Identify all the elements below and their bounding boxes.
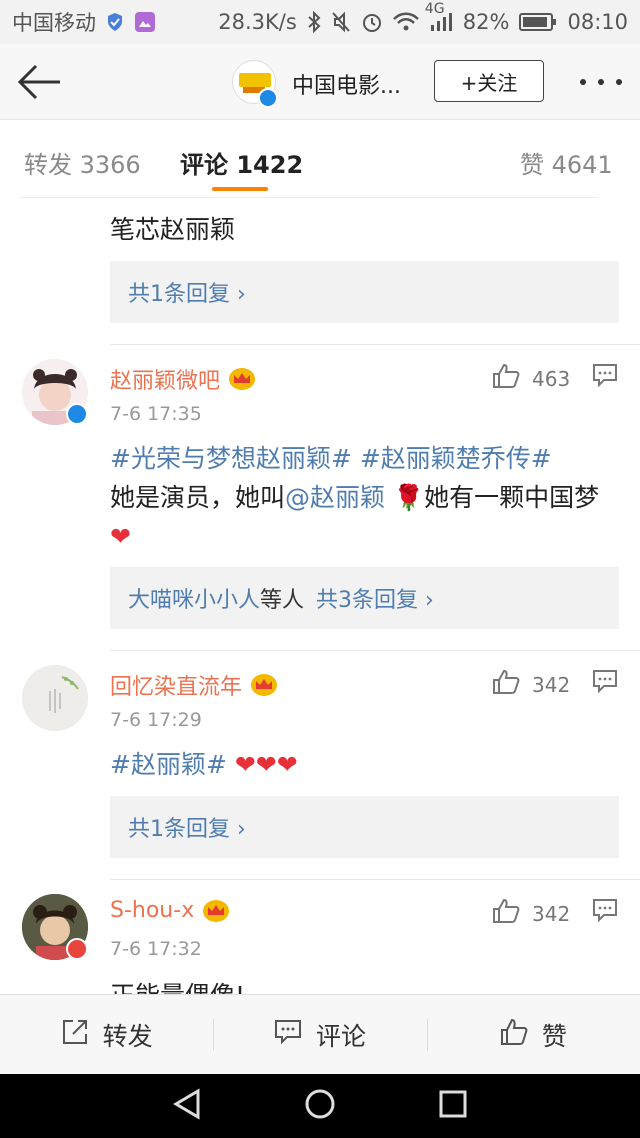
comment-reply-icon[interactable] (592, 898, 618, 923)
follow-button[interactable]: +关注 (434, 60, 544, 102)
battery-icon (519, 12, 557, 32)
action-bar: 转发 评论 赞 (0, 994, 640, 1074)
system-nav-bar (0, 1074, 640, 1138)
reply-count[interactable]: 共3条回复 › (316, 582, 434, 614)
comment-text: #赵丽颖# ❤❤❤ (110, 745, 610, 784)
reply-summary[interactable]: 大喵咪小小人 等人 共3条回复 › (110, 567, 619, 629)
comment-icon (274, 1019, 302, 1051)
reply-summary[interactable]: 共1条回复 › (110, 261, 619, 323)
comment-reply-icon[interactable] (592, 669, 618, 694)
tab-repost[interactable]: 转发 3366 (24, 145, 141, 180)
share-icon (61, 1018, 89, 1052)
repost-label: 转发 (102, 1021, 153, 1051)
carrier-label: 中国移动 (12, 11, 96, 35)
bluetooth-icon (307, 11, 321, 33)
thumbs-up-icon[interactable] (492, 898, 520, 929)
member-badge-icon (66, 938, 88, 960)
reply-summary[interactable]: 共1条回复 › (110, 796, 619, 858)
active-tab-indicator (212, 187, 268, 191)
nav-home-icon[interactable] (303, 1087, 337, 1125)
account-name[interactable]: 中国电影... (292, 68, 401, 100)
topic-link[interactable]: #赵丽颖# (110, 750, 227, 779)
battery-percent: 82% (462, 10, 510, 34)
username[interactable]: S-hou-x (110, 898, 194, 923)
shield-icon (106, 12, 124, 32)
comment-time: 7-6 17:29 (110, 709, 202, 731)
tab-like[interactable]: 赞 4641 (520, 145, 613, 180)
network-speed: 28.3K/s (218, 10, 297, 34)
comment-time: 7-6 17:32 (110, 938, 202, 960)
gallery-icon (134, 11, 156, 33)
topic-link[interactable]: #赵丽颖楚乔传# (360, 444, 552, 473)
like-count: 463 (532, 366, 571, 391)
comment-button[interactable]: 评论 (213, 995, 426, 1074)
reply-count[interactable]: 共1条回复 › (128, 276, 246, 308)
comment-body: 她有一颗中国梦 (424, 483, 600, 512)
like-label: 赞 (541, 1021, 567, 1051)
tab-bar: 转发 3366 评论 1422 赞 4641 (0, 121, 640, 197)
heart-emoji: ❤❤❤ (234, 750, 298, 779)
heart-emoji: ❤ (110, 522, 131, 551)
header: 中国电影... +关注 (0, 44, 640, 120)
comment-list[interactable]: 笔芯赵丽颖 共1条回复 › 赵丽颖微吧 7-6 17:35 463 #光荣与梦想… (0, 198, 640, 994)
comment-reply-icon[interactable] (592, 363, 618, 388)
network-type: 4G (424, 1, 445, 17)
like-button[interactable]: 342 (492, 669, 570, 700)
thumbs-up-icon[interactable] (492, 669, 520, 700)
status-bar: 中国移动 28.3K/s 4G 82% 08:10 (0, 0, 640, 44)
verified-badge-icon (66, 403, 88, 425)
thumbs-up-icon (500, 1018, 528, 1052)
more-options-icon[interactable] (580, 74, 622, 90)
comment-time: 7-6 17:35 (110, 403, 202, 425)
wifi-icon (392, 12, 419, 32)
reply-count[interactable]: 共1条回复 › (128, 811, 246, 843)
crown-icon (250, 673, 278, 697)
signal-icon: 4G (425, 1, 453, 33)
avatar[interactable] (22, 665, 88, 731)
crown-icon (202, 899, 230, 923)
comment-text: 笔芯赵丽颖 (110, 215, 236, 244)
like-count: 342 (532, 901, 571, 926)
username[interactable]: 回忆染直流年 (110, 669, 242, 701)
username[interactable]: 赵丽颖微吧 (110, 363, 220, 395)
like-count: 342 (532, 672, 571, 697)
clock: 08:10 (567, 10, 628, 34)
mention-link[interactable]: @赵丽颖 (285, 483, 385, 512)
nav-recents-icon[interactable] (436, 1087, 470, 1125)
repost-button[interactable]: 转发 (0, 995, 213, 1074)
reply-mid: 等人 (260, 588, 305, 613)
topic-link[interactable]: #光荣与梦想赵丽颖# (110, 444, 352, 473)
verified-badge-icon (258, 88, 278, 108)
nav-back-icon[interactable] (170, 1087, 204, 1125)
like-button[interactable]: 463 (492, 363, 570, 394)
like-post-button[interactable]: 赞 (426, 995, 640, 1074)
reply-users[interactable]: 大喵咪小小人 (128, 582, 260, 614)
alarm-icon (361, 11, 383, 33)
comment-text: #光荣与梦想赵丽颖# #赵丽颖楚乔传# 她是演员，她叫@赵丽颖 🌹她有一颗中国梦… (110, 439, 610, 556)
crown-icon (228, 367, 256, 391)
tab-comment[interactable]: 评论 1422 (180, 145, 303, 180)
comment-body: 她是演员，她叫 (110, 483, 286, 512)
thumbs-up-icon[interactable] (492, 363, 520, 394)
like-button[interactable]: 342 (492, 898, 570, 929)
back-arrow-icon[interactable] (16, 62, 62, 102)
mute-icon (331, 11, 351, 33)
rose-emoji: 🌹 (392, 483, 425, 512)
comment-label: 评论 (315, 1021, 366, 1051)
comment-text: 正能量偶像! (110, 976, 610, 994)
